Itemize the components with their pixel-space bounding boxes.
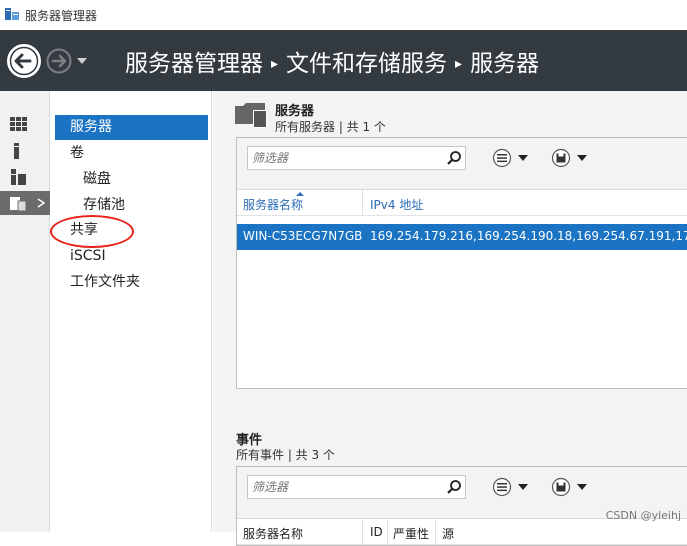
servers-column-headers: 服务器名称 IPv4 地址 (237, 190, 687, 216)
servers-filter (247, 146, 466, 170)
column-divider[interactable] (435, 519, 436, 545)
forward-arrow-icon[interactable] (46, 48, 72, 74)
list-options-icon[interactable] (491, 476, 531, 498)
rail-item-local-server[interactable] (0, 139, 50, 163)
column-divider[interactable] (362, 190, 363, 216)
cell-ipv4: 169.254.179.216,169.254.190.18,169.254.6… (370, 229, 687, 243)
column-header-server-name[interactable]: 服务器名称 (243, 525, 303, 542)
events-panel: 服务器名称 ID 严重性 源 (236, 466, 687, 546)
servers-title: 服务器 (275, 104, 315, 119)
list-options-icon[interactable] (491, 147, 531, 169)
servers-panel: 服务器名称 IPv4 地址 WIN-C53ECG7N7GB 169.254.17… (236, 137, 687, 389)
column-header-source[interactable]: 源 (442, 525, 454, 542)
subnav-item-servers[interactable]: 服务器 (55, 115, 208, 140)
dashboard-icon (10, 117, 27, 131)
rail-item-dashboard[interactable] (0, 113, 50, 137)
main-content: 服务器 所有服务器 | 共 1 个 筛选器 服务器名称 IPv4 地址 WIN-… (213, 91, 687, 546)
history-dropdown-icon[interactable] (76, 57, 88, 65)
header-bar: 服务器管理器 ▸ 文件和存储服务 ▸ 服务器 (0, 30, 687, 91)
table-row[interactable]: WIN-C53ECG7N7GB 169.254.179.216,169.254.… (237, 224, 687, 250)
column-divider[interactable] (387, 519, 388, 545)
breadcrumb-separator: ▸ (455, 56, 463, 72)
all-servers-icon (11, 169, 26, 185)
column-divider[interactable] (362, 519, 363, 545)
breadcrumb-file-storage[interactable]: 文件和存储服务 (286, 51, 447, 77)
watermark: CSDN @yleihj (605, 509, 681, 522)
save-query-icon[interactable] (550, 476, 590, 498)
server-manager-icon (5, 8, 19, 20)
breadcrumb-servers: 服务器 (470, 51, 540, 77)
breadcrumb-server-manager[interactable]: 服务器管理器 (125, 51, 263, 77)
local-server-icon (14, 143, 19, 159)
events-filter-input[interactable] (252, 479, 437, 495)
events-filter (247, 475, 466, 499)
events-subtitle: 所有事件 | 共 3 个 (236, 448, 335, 462)
subnav-item-volumes[interactable]: 卷 (70, 141, 84, 166)
file-storage-icon (10, 197, 27, 211)
expand-arrow-icon (37, 198, 45, 208)
cell-server-name: WIN-C53ECG7N7GB (243, 229, 363, 243)
window-title: 服务器管理器 (25, 9, 98, 23)
subnav-item-disks[interactable]: 磁盘 (83, 167, 111, 192)
servers-section-icon (235, 103, 267, 128)
events-column-headers: 服务器名称 ID 严重性 源 (237, 519, 687, 545)
servers-filter-input[interactable] (252, 150, 437, 166)
subnav: 服务器 卷 磁盘 存储池 共享 iSCSI 工作文件夹 (50, 91, 212, 532)
breadcrumb: 服务器管理器 ▸ 文件和存储服务 ▸ 服务器 (125, 44, 539, 78)
subnav-item-iscsi[interactable]: iSCSI (70, 244, 106, 269)
search-icon[interactable] (446, 479, 462, 495)
rail-item-all-servers[interactable] (0, 165, 50, 189)
servers-subtitle: 所有服务器 | 共 1 个 (275, 120, 386, 134)
breadcrumb-separator: ▸ (271, 56, 279, 72)
subnav-item-work-folders[interactable]: 工作文件夹 (70, 270, 140, 295)
column-header-ipv4[interactable]: IPv4 地址 (370, 196, 423, 213)
back-arrow-icon[interactable] (6, 43, 42, 79)
title-bar: 服务器管理器 (0, 0, 687, 30)
icon-rail (0, 91, 50, 532)
servers-toolbar (237, 138, 687, 190)
search-icon[interactable] (446, 150, 462, 166)
column-header-server-name[interactable]: 服务器名称 (243, 196, 303, 213)
column-header-severity[interactable]: 严重性 (393, 525, 429, 542)
column-header-id[interactable]: ID (370, 525, 383, 539)
save-query-icon[interactable] (550, 147, 590, 169)
rail-item-file-storage[interactable] (0, 191, 50, 215)
